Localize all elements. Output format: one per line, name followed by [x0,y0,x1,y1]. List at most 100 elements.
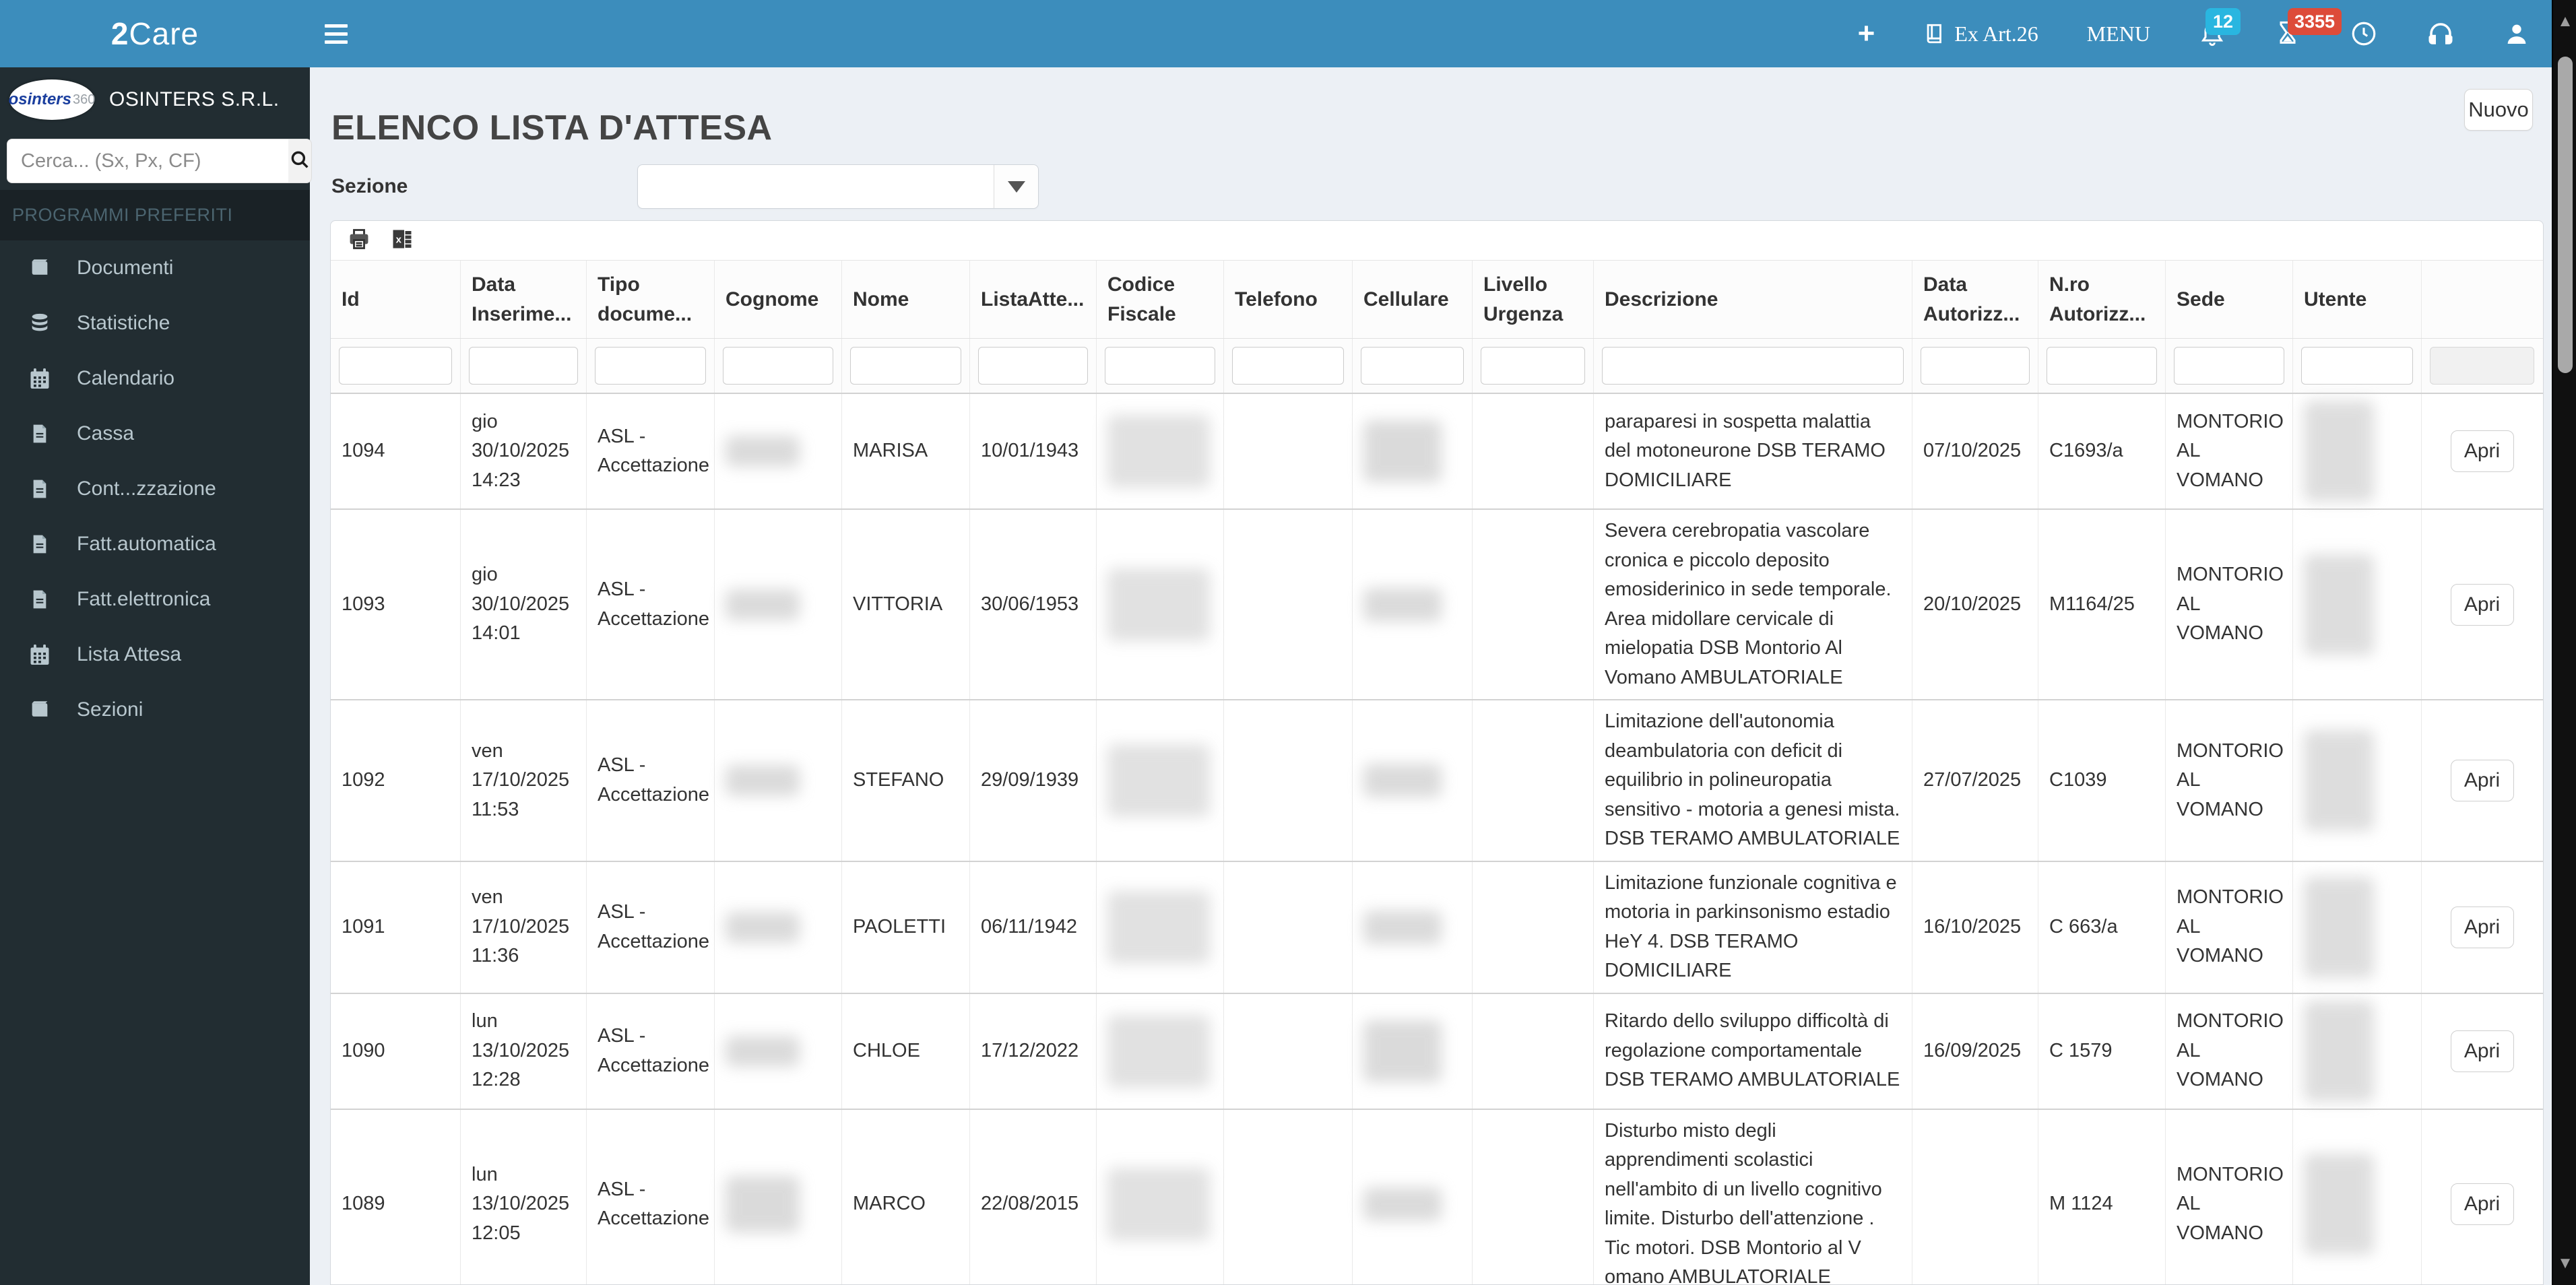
cell-inserito: ven 17/10/2025 11:36 [461,861,587,993]
sidebar-toggle-icon[interactable] [325,20,354,47]
pending-tasks-button[interactable]: 3355 [2269,0,2342,67]
column-header[interactable]: Utente [2293,261,2422,338]
sidebar-item-documenti[interactable]: Documenti [0,240,310,296]
add-button[interactable]: + [1853,0,1881,67]
filter-input[interactable] [1361,347,1464,385]
vertical-scrollbar[interactable]: ▲ ▼ [2552,0,2576,1285]
column-header[interactable]: N.ro Autorizz... [2038,261,2166,338]
search-input[interactable] [7,139,288,183]
sidebar-item-cassa[interactable]: Cassa [0,406,310,461]
support-button[interactable] [2421,0,2460,67]
cell-data-autorizzazione: 07/10/2025 [1912,394,2038,508]
sidebar-item-fatt-automatica[interactable]: Fatt.automatica [0,517,310,572]
export-excel-button[interactable]: x [390,227,414,255]
sidebar-item-cont-zzazione[interactable]: Cont...zzazione [0,461,310,517]
sidebar-item-sezioni[interactable]: Sezioni [0,682,310,737]
filter-input[interactable] [2430,347,2534,385]
column-header[interactable]: Descrizione [1594,261,1912,338]
utente-redacted [2293,861,2422,993]
apri-button[interactable]: Apri [2450,1030,2514,1072]
apri-button[interactable]: Apri [2450,583,2514,626]
column-header[interactable]: Nome [842,261,970,338]
cell-value: VITTORIA [853,593,943,615]
utente-redacted [2293,510,2422,699]
codice-fiscale-redacted [1097,993,1224,1109]
filter-input[interactable] [1232,347,1344,385]
table-body: 1094 gio 30/10/2025 14:23 ASL - Accettazio… [331,394,2543,1284]
redacted-blur [726,764,800,796]
column-header[interactable]: Tipo docume... [587,261,715,338]
menu-button[interactable]: MENU [2082,0,2156,67]
calendar-icon [26,366,54,391]
filter-input[interactable] [339,347,452,385]
filter-input[interactable] [723,347,833,385]
redacted-blur [1363,763,1442,797]
filter-input[interactable] [469,347,578,385]
app-logo[interactable]: 2 Care [0,0,310,67]
redacted-blur [726,911,800,943]
cell-value: 1093 [342,593,385,615]
apri-button[interactable]: Apri [2450,906,2514,948]
column-header[interactable]: Data Inserime... [461,261,587,338]
filter-input[interactable] [978,347,1088,385]
codice-fiscale-redacted [1097,394,1224,508]
cell-data-autorizzazione: 27/07/2025 [1912,700,2038,861]
plus-icon: + [1857,17,1875,50]
filter-input[interactable] [1602,347,1904,385]
column-header[interactable]: ListaAtte... [970,261,1097,338]
print-button[interactable] [347,227,371,255]
apri-button[interactable]: Apri [2450,1183,2514,1225]
menu-label: MENU [2086,21,2150,46]
calendar-icon [26,642,54,667]
column-header[interactable]: Cellulare [1353,261,1473,338]
column-header[interactable]: Codice Fiscale [1097,261,1224,338]
sidebar-item-fatt-elettronica[interactable]: Fatt.elettronica [0,572,310,627]
column-header[interactable] [2422,261,2542,338]
search-button[interactable] [288,139,312,183]
redacted-blur [726,1176,800,1232]
column-header[interactable]: Telefono [1224,261,1353,338]
cell-value: ven 17/10/2025 11:53 [472,739,570,820]
cell-tipo: ASL - Accettazione [587,1109,715,1284]
column-header[interactable]: Sede [2166,261,2293,338]
table-filter-row [331,339,2543,394]
apri-button[interactable]: Apri [2450,430,2514,472]
user-icon [2503,20,2530,48]
cognome-redacted [715,394,842,508]
table-row: 1092 ven 17/10/2025 11:53 ASL - Accettazio… [331,700,2543,862]
sezione-select[interactable] [637,164,1039,209]
sidebar-item-statistiche[interactable]: Statistiche [0,296,310,351]
sezione-filter: Sezione [331,164,1039,209]
filter-input[interactable] [1481,347,1585,385]
filter-input[interactable] [1921,347,2030,385]
scrollbar-thumb[interactable] [2558,57,2573,373]
nuovo-button[interactable]: Nuovo [2464,89,2533,131]
user-menu-button[interactable] [2498,0,2536,67]
filter-input[interactable] [2174,347,2284,385]
column-header[interactable]: Id [331,261,461,338]
apri-button[interactable]: Apri [2450,759,2514,801]
history-button[interactable] [2344,0,2383,67]
column-header[interactable]: Data Autorizz... [1912,261,2038,338]
filter-input[interactable] [850,347,961,385]
cell-telefono [1224,394,1353,508]
cell-descrizione: Disturbo misto degli apprendimenti scola… [1594,1109,1912,1284]
column-header[interactable]: Livello Urgenza [1473,261,1594,338]
filter-input[interactable] [595,347,706,385]
notifications-button[interactable]: 12 [2193,0,2241,67]
cell-descrizione: Limitazione dell'autonomia deambulatoria… [1594,700,1912,861]
sidebar-item-calendario[interactable]: Calendario [0,351,310,406]
redacted-blur [726,589,800,620]
ex-art26-menu[interactable]: Ex Art.26 [1918,0,2043,67]
filter-cell [1097,339,1224,393]
sidebar-item-lista-attesa[interactable]: Lista Attesa [0,627,310,682]
table-row: 1091 ven 17/10/2025 11:36 ASL - Accettazio… [331,861,2543,994]
scroll-up-icon[interactable]: ▲ [2553,12,2576,31]
filter-input[interactable] [2301,347,2413,385]
filter-input[interactable] [1105,347,1215,385]
redacted-blur [2304,554,2374,655]
column-header[interactable]: Cognome [715,261,842,338]
scroll-down-icon[interactable]: ▼ [2553,1254,2576,1273]
sezione-dropdown-button[interactable] [994,165,1038,208]
filter-input[interactable] [2047,347,2157,385]
